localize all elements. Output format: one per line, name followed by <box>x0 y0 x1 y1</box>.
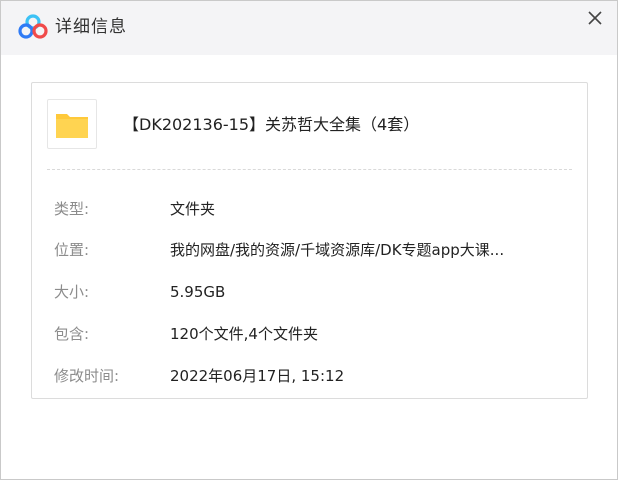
detail-value: 2022年06月17日, 15:12 <box>170 367 345 385</box>
detail-value: 5.95GB <box>170 283 226 301</box>
title-bar: 详细信息 <box>1 1 617 55</box>
detail-row-contains: 包含: 120个文件,4个文件夹 <box>54 323 574 345</box>
detail-label: 位置: <box>54 241 90 259</box>
detail-row-type: 类型: 文件夹 <box>54 198 574 220</box>
detail-value: 120个文件,4个文件夹 <box>170 325 318 343</box>
close-button[interactable] <box>583 6 607 30</box>
detail-label: 大小: <box>54 283 90 301</box>
detail-value-location-link[interactable]: 我的网盘/我的资源/千域资源库/DK专题app大课... <box>170 239 504 261</box>
folder-icon <box>56 114 88 138</box>
detail-value: 文件夹 <box>170 200 216 218</box>
dialog-title: 详细信息 <box>55 17 127 37</box>
file-name: 【DK202136-15】关苏哲大全集（4套） <box>123 115 420 134</box>
detail-row-location: 位置: 我的网盘/我的资源/千域资源库/DK专题app大课... <box>54 239 574 261</box>
detail-label: 包含: <box>54 325 90 343</box>
file-info-card: 【DK202136-15】关苏哲大全集（4套） 类型: 文件夹 位置: 我的网盘… <box>31 82 588 399</box>
baidu-netdisk-cloud-icon <box>18 14 48 39</box>
detail-label: 修改时间: <box>54 367 120 385</box>
detail-row-size: 大小: 5.95GB <box>54 281 574 303</box>
divider <box>47 169 572 170</box>
detail-label: 类型: <box>54 200 90 218</box>
details-dialog: 详细信息 【DK202136-15】关苏哲大全集（4套） 类型: 文件夹 位置:… <box>0 0 618 480</box>
detail-row-modified: 修改时间: 2022年06月17日, 15:12 <box>54 365 574 387</box>
folder-icon-box <box>47 99 97 149</box>
close-icon <box>588 11 602 25</box>
